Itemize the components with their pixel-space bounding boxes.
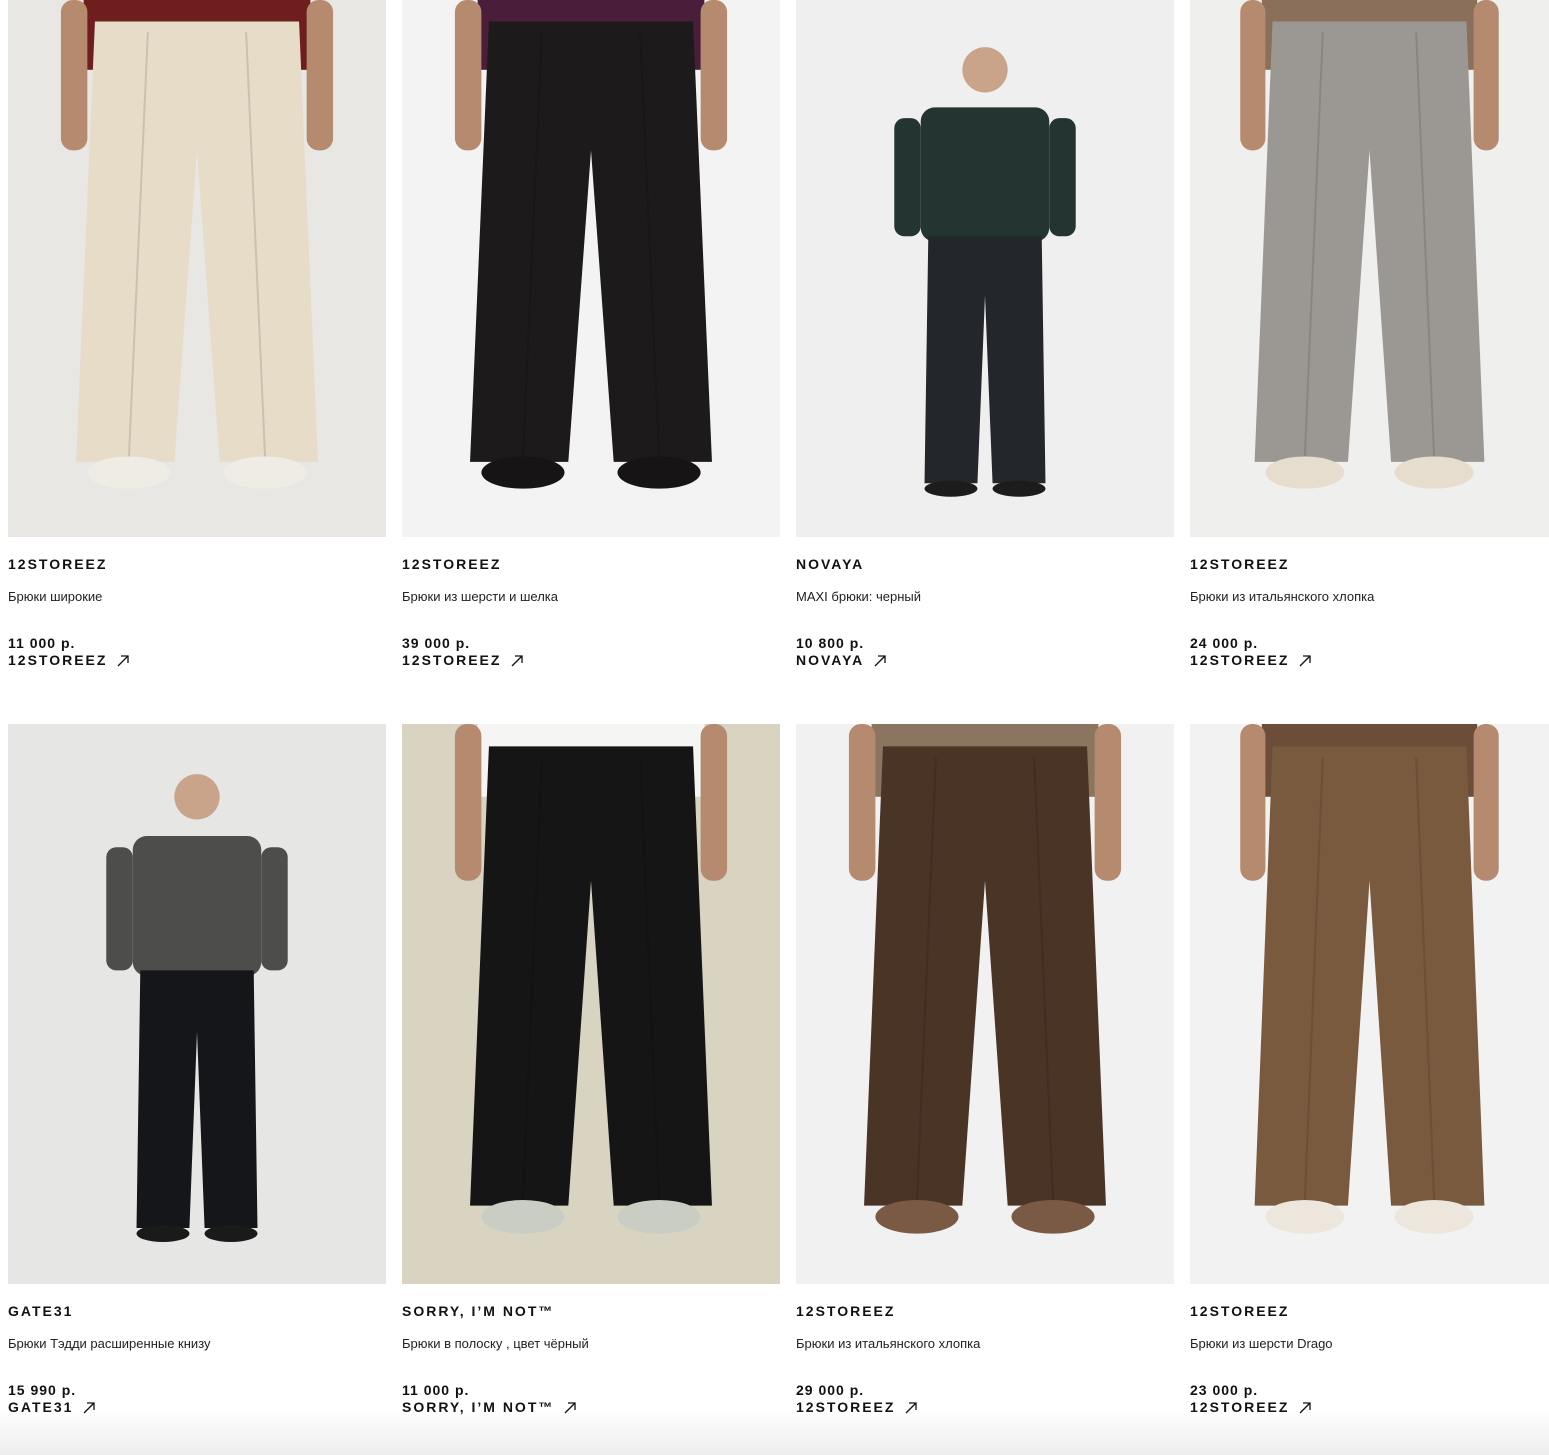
product-brand[interactable]: GATE31 — [8, 1304, 386, 1318]
product-price: 29 000 р. — [796, 1382, 865, 1398]
external-arrow-icon — [564, 1401, 577, 1414]
product-brand[interactable]: 12STOREEZ — [796, 1304, 1174, 1318]
external-arrow-icon — [874, 654, 886, 667]
black-wool-silk-trousers-photo[interactable] — [402, 0, 780, 537]
shop-link[interactable]: 12STOREEZ — [8, 652, 130, 668]
shop-link-label: 12STOREEZ — [1190, 652, 1290, 668]
shop-link[interactable]: SORRY, I’M NOT™ — [402, 1399, 577, 1415]
shop-link[interactable]: 12STOREEZ — [1190, 652, 1312, 668]
product-title[interactable]: MAXI брюки: черный — [796, 589, 1174, 605]
pinstripe-black-trousers-photo[interactable] — [402, 724, 780, 1284]
product-price: 39 000 р. — [402, 635, 471, 651]
maxi-black-trousers-photo[interactable] — [796, 0, 1174, 537]
product-card[interactable]: SORRY, I’M NOT™ Брюки в полоску , цвет чё… — [402, 724, 780, 1417]
external-arrow-icon — [117, 654, 130, 667]
shop-link-label: 12STOREEZ — [8, 652, 108, 668]
product-title[interactable]: Брюки в полоску , цвет чёрный — [402, 1336, 780, 1352]
drago-wool-trousers-photo[interactable] — [1190, 724, 1549, 1284]
shop-link-label: 12STOREEZ — [796, 1399, 896, 1415]
external-arrow-icon — [1299, 654, 1312, 667]
product-brand[interactable]: SORRY, I’M NOT™ — [402, 1304, 780, 1318]
product-card[interactable]: 12STOREEZ Брюки из шерсти Drago 23 000 р. 1… — [1190, 724, 1549, 1417]
product-card[interactable]: 12STOREEZ Брюки широкие 11 000 р. 12STOREEZ — [8, 0, 386, 670]
product-price: 11 000 р. — [402, 1382, 470, 1398]
shop-link[interactable]: NOVAYA — [796, 652, 886, 668]
shop-link[interactable]: 12STOREEZ — [1190, 1399, 1312, 1415]
wide-cream-trousers-photo[interactable] — [8, 0, 386, 537]
product-grid-row-2: GATE31 Брюки Тэдди расширенные книзу 15 99… — [8, 724, 1549, 1417]
shop-link[interactable]: GATE31 — [8, 1399, 96, 1415]
shop-link[interactable]: 12STOREEZ — [796, 1399, 918, 1415]
product-card[interactable]: 12STOREEZ Брюки из итальянского хлопка 29 … — [796, 724, 1174, 1417]
product-price: 10 800 р. — [796, 635, 865, 651]
product-brand[interactable]: 12STOREEZ — [8, 557, 386, 571]
product-title[interactable]: Брюки из шерсти Drago — [1190, 1336, 1549, 1352]
product-price: 15 990 р. — [8, 1382, 77, 1398]
product-brand[interactable]: 12STOREEZ — [402, 557, 780, 571]
shop-link-label: 12STOREEZ — [1190, 1399, 1290, 1415]
product-brand[interactable]: 12STOREEZ — [1190, 1304, 1549, 1318]
product-card[interactable]: 12STOREEZ Брюки из итальянского хлопка 24 … — [1190, 0, 1549, 670]
teddy-flared-trousers-photo[interactable] — [8, 724, 386, 1284]
external-arrow-icon — [83, 1401, 96, 1414]
shop-link-label: GATE31 — [8, 1399, 74, 1415]
external-arrow-icon — [905, 1401, 918, 1414]
product-price: 24 000 р. — [1190, 635, 1259, 651]
grey-cotton-trousers-photo[interactable] — [1190, 0, 1549, 537]
product-title[interactable]: Брюки Тэдди расширенные книзу — [8, 1336, 386, 1352]
shop-link-label: NOVAYA — [796, 652, 865, 668]
brown-cotton-trousers-photo[interactable] — [796, 724, 1174, 1284]
product-title[interactable]: Брюки из итальянского хлопка — [1190, 589, 1549, 605]
product-title[interactable]: Брюки из шерсти и шелка — [402, 589, 780, 605]
shop-link-label: 12STOREEZ — [402, 652, 502, 668]
product-card[interactable]: 12STOREEZ Брюки из шерсти и шелка 39 000 р… — [402, 0, 780, 670]
product-price: 23 000 р. — [1190, 1382, 1259, 1398]
product-brand[interactable]: 12STOREEZ — [1190, 557, 1549, 571]
product-card[interactable]: NOVAYA MAXI брюки: черный 10 800 р. NOVAYA — [796, 0, 1174, 670]
product-title[interactable]: Брюки широкие — [8, 589, 386, 605]
product-title[interactable]: Брюки из итальянского хлопка — [796, 1336, 1174, 1352]
external-arrow-icon — [1299, 1401, 1312, 1414]
product-price: 11 000 р. — [8, 635, 76, 651]
product-grid-row-1: 12STOREEZ Брюки широкие 11 000 р. 12STOREEZ… — [8, 0, 1549, 670]
shop-link[interactable]: 12STOREEZ — [402, 652, 524, 668]
shop-link-label: SORRY, I’M NOT™ — [402, 1399, 555, 1415]
external-arrow-icon — [511, 654, 524, 667]
product-brand[interactable]: NOVAYA — [796, 557, 1174, 571]
product-card[interactable]: GATE31 Брюки Тэдди расширенные книзу 15 99… — [8, 724, 386, 1417]
